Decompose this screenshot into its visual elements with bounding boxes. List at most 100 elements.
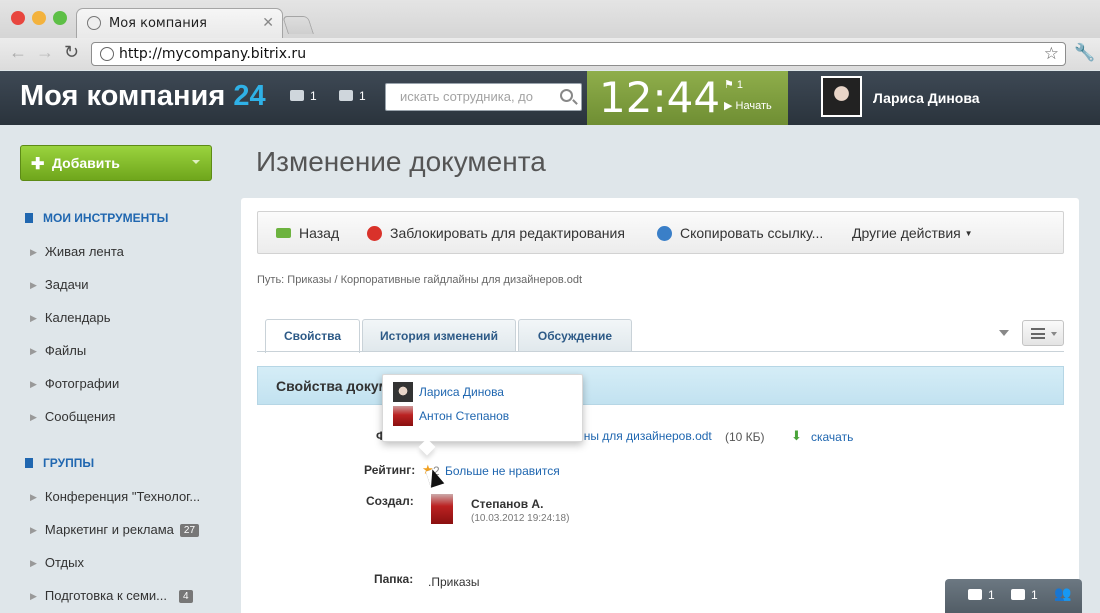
globe-icon: [87, 16, 101, 30]
back-arrow-icon: [276, 228, 291, 238]
tab-discussion[interactable]: Обсуждение: [518, 319, 632, 352]
bottom-messages[interactable]: 1: [968, 588, 995, 602]
tab-properties[interactable]: Свойства: [265, 319, 360, 353]
menu-icon: [1031, 328, 1045, 339]
logo-text: Моя компания: [20, 80, 226, 112]
bottom-notifications-count: 1: [1031, 588, 1038, 602]
chevron-down-icon[interactable]: [999, 330, 1009, 336]
popup-user-name: Антон Степанов: [419, 409, 510, 423]
plus-icon: ✚: [31, 156, 45, 173]
notifications-counter[interactable]: 1: [339, 89, 366, 103]
chevron-down-icon[interactable]: [192, 160, 200, 164]
unlike-link[interactable]: Больше не нравится: [445, 464, 560, 478]
download-link[interactable]: скачать: [811, 430, 853, 444]
creator-name[interactable]: Степанов А.: [471, 497, 543, 511]
messages-counter[interactable]: 1: [290, 89, 317, 103]
messages-count: 1: [310, 89, 317, 103]
address-bar[interactable]: http://mycompany.bitrix.ru ☆: [91, 42, 1066, 66]
address-bar-text[interactable]: http://mycompany.bitrix.ru: [119, 46, 306, 62]
wrench-icon[interactable]: 🔧: [1074, 43, 1095, 63]
forward-arrow-icon[interactable]: →: [36, 42, 54, 63]
new-tab-button[interactable]: [282, 16, 314, 34]
sidebar-item-label: Фотографии: [44, 376, 120, 391]
tab-history[interactable]: История изменений: [362, 319, 516, 352]
back-label: Назад: [299, 225, 340, 241]
sidebar-item-messages[interactable]: ▶ Сообщения: [30, 409, 115, 424]
logo-number: 24: [233, 80, 266, 112]
other-actions-button[interactable]: Другие действия ▼: [852, 225, 973, 241]
creator-avatar[interactable]: [431, 494, 453, 524]
info-icon: [1011, 589, 1025, 600]
sidebar-item-label: Маркетинг и реклама: [44, 522, 174, 537]
portal-logo[interactable]: Моя компания 24: [20, 80, 266, 113]
settings-menu-button[interactable]: [1022, 320, 1064, 346]
chat-icon: [290, 90, 304, 101]
sidebar-item-calendar[interactable]: ▶ Календарь: [30, 310, 111, 325]
flag-counter[interactable]: ⚑ 1: [724, 78, 743, 91]
sidebar-group-marketing[interactable]: ▶ Маркетинг и реклама 27: [30, 522, 200, 537]
user-avatar[interactable]: [821, 76, 862, 117]
sidebar-item-photos[interactable]: ▶ Фотографии: [30, 376, 119, 391]
bookmark-icon: [25, 213, 33, 223]
lock-icon: [367, 226, 382, 241]
globe-icon: [100, 47, 114, 61]
add-button-label: Добавить: [52, 155, 120, 171]
section-label: ГРУППЫ: [43, 456, 95, 470]
bottom-status-bar: 1 1 👥: [945, 579, 1082, 613]
minimize-window-button[interactable]: [32, 11, 46, 25]
created-label: Создал:: [366, 494, 414, 508]
chat-icon: [968, 589, 982, 600]
sidebar-group-conference[interactable]: ▶ Конференция "Технолог...: [30, 489, 200, 504]
arrow-right-icon: ▶: [30, 492, 37, 502]
arrow-right-icon: ▶: [30, 525, 37, 535]
section-label: МОИ ИНСТРУМЕНТЫ: [43, 211, 169, 225]
contacts-icon[interactable]: 👥: [1054, 585, 1071, 602]
folder-value: .Приказы: [428, 575, 480, 589]
sidebar-item-feed[interactable]: ▶ Живая лента: [30, 244, 124, 259]
section-title-groups[interactable]: ГРУППЫ: [25, 456, 94, 470]
arrow-right-icon: ▶: [30, 280, 37, 290]
bookmark-star-icon[interactable]: ☆: [1044, 44, 1059, 64]
bottom-notifications[interactable]: 1: [1011, 588, 1038, 602]
sidebar-item-files[interactable]: ▶ Файлы: [30, 343, 86, 358]
close-window-button[interactable]: [11, 11, 25, 25]
popup-user-item[interactable]: Антон Степанов: [393, 406, 509, 426]
browser-tab[interactable]: Моя компания ✕: [76, 8, 283, 38]
sidebar-item-label: Календарь: [44, 310, 111, 325]
chevron-down-icon: [1051, 332, 1057, 336]
page-title: Изменение документа: [256, 146, 546, 177]
flag-icon: ⚑: [724, 79, 737, 91]
user-name[interactable]: Лариса Динова: [873, 90, 980, 106]
file-link[interactable]: йны для дизайнеров.odt: [577, 429, 712, 443]
start-workday-button[interactable]: ▶ Начать: [724, 99, 772, 112]
employee-search: [385, 83, 582, 111]
section-title-tools[interactable]: МОИ ИНСТРУМЕНТЫ: [25, 211, 168, 225]
sidebar-group-seminar[interactable]: ▶ Подготовка к семи... 4: [30, 588, 193, 603]
search-icon[interactable]: [560, 89, 573, 102]
back-button[interactable]: Назад: [276, 225, 339, 241]
sidebar-item-label: Файлы: [44, 343, 87, 358]
search-input[interactable]: [400, 89, 550, 104]
lock-editing-button[interactable]: Заблокировать для редактирования: [367, 225, 625, 241]
add-button[interactable]: ✚ Добавить: [20, 145, 212, 181]
arrow-right-icon: ▶: [30, 412, 37, 422]
tabs-divider: [257, 351, 1064, 352]
copy-link-button[interactable]: Скопировать ссылку...: [657, 225, 823, 241]
start-label: Начать: [735, 100, 772, 112]
link-globe-icon: [657, 226, 672, 241]
sidebar-item-tasks[interactable]: ▶ Задачи: [30, 277, 89, 292]
sidebar-group-rest[interactable]: ▶ Отдых: [30, 555, 84, 570]
sidebar-item-label: Отдых: [44, 555, 84, 570]
reload-icon[interactable]: ↻: [64, 42, 79, 63]
other-actions-label: Другие действия: [852, 225, 961, 241]
back-arrow-icon[interactable]: ←: [9, 42, 27, 63]
content-panel: [241, 198, 1079, 613]
close-tab-icon[interactable]: ✕: [262, 14, 274, 31]
file-size: (10 КБ): [725, 430, 765, 444]
workday-clock[interactable]: 12:44 ⚑ 1 ▶ Начать: [587, 71, 788, 125]
sidebar-item-label: Живая лента: [44, 244, 124, 259]
lock-label: Заблокировать для редактирования: [390, 225, 625, 241]
maximize-window-button[interactable]: [53, 11, 67, 25]
copy-link-label: Скопировать ссылку...: [680, 225, 824, 241]
popup-user-item[interactable]: Лариса Динова: [393, 382, 504, 402]
